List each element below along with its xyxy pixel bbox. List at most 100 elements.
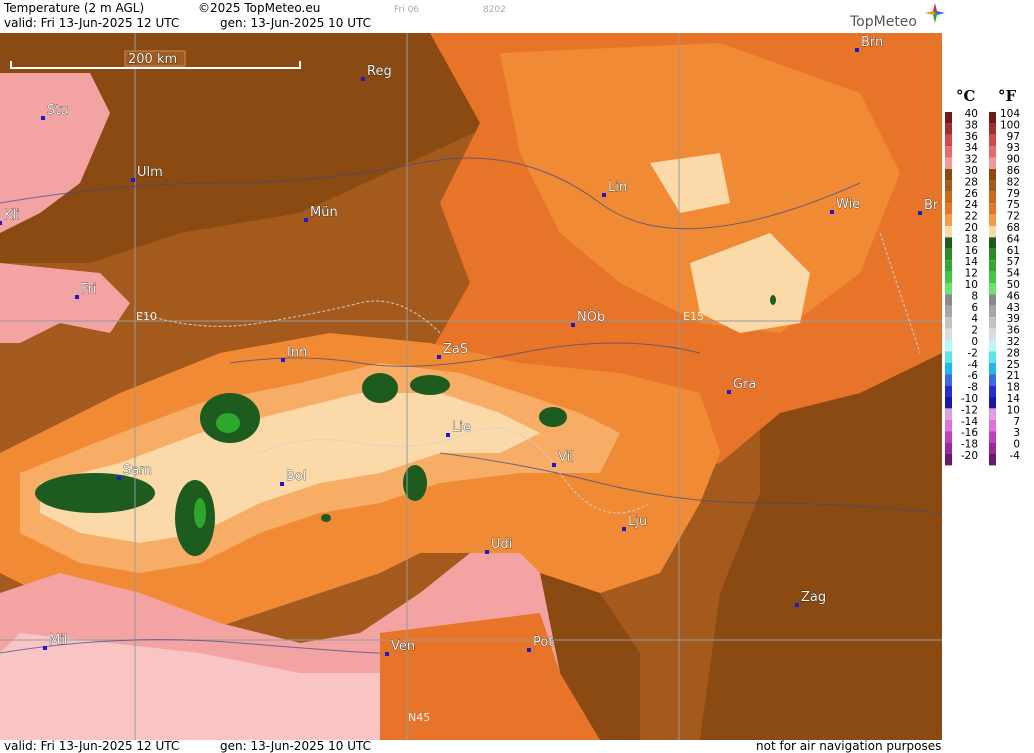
legend-celsius-value: 24 xyxy=(965,199,979,211)
legend-celsius-value: 18 xyxy=(965,233,978,245)
city-label-mün[interactable]: Mün xyxy=(310,205,338,221)
legend-fahrenheit-value: 57 xyxy=(1007,256,1020,268)
legend-celsius-value: -8 xyxy=(968,382,978,394)
city-marker-pot xyxy=(527,648,531,652)
day-tag: Fri 06 xyxy=(394,5,420,15)
city-label-gra[interactable]: Gra xyxy=(733,377,757,393)
legend-fahrenheit-value: 97 xyxy=(1007,131,1020,143)
city-label-kli[interactable]: Kli xyxy=(4,208,20,224)
legend-swatch xyxy=(989,305,996,318)
legend-swatch xyxy=(945,351,952,363)
city-marker-udi xyxy=(485,550,489,554)
run-code: 8202 xyxy=(483,5,506,15)
temperature-map[interactable]: 200 km E10 E15 N45 Stu Reg Brn Ulm Kli Mün Lin… xyxy=(0,33,942,740)
compass-star-icon xyxy=(925,3,945,23)
legend-swatch xyxy=(989,146,996,158)
legend-celsius-value: 38 xyxy=(965,119,978,131)
city-label-sam[interactable]: Sam xyxy=(123,463,152,479)
legend-swatch xyxy=(989,180,996,192)
city-marker-wie xyxy=(830,210,834,214)
city-label-zag[interactable]: Zag xyxy=(801,590,827,606)
legend-swatch xyxy=(989,294,996,306)
city-label-lin[interactable]: Lin xyxy=(608,180,628,196)
legend-swatch xyxy=(945,385,952,397)
legend-swatch xyxy=(989,454,996,466)
legend-swatch xyxy=(989,328,996,340)
legend-celsius-value: -6 xyxy=(968,370,979,382)
legend-celsius-value: 16 xyxy=(965,245,979,257)
legend-swatch xyxy=(945,169,952,181)
legend-fahrenheit-value: 43 xyxy=(1007,302,1020,314)
legend-swatch xyxy=(989,226,996,238)
legend-swatch xyxy=(945,123,952,135)
city-label-lju[interactable]: Lju xyxy=(628,514,648,530)
legend-swatch xyxy=(989,112,996,124)
city-marker-reg xyxy=(361,77,365,81)
city-marker-lie xyxy=(446,433,450,437)
city-marker-br xyxy=(918,211,922,215)
legend-swatch xyxy=(945,442,952,454)
city-label-pot[interactable]: Pot xyxy=(533,635,554,651)
city-label-reg[interactable]: Reg xyxy=(367,64,392,80)
city-marker-sam xyxy=(117,476,121,480)
city-label-br[interactable]: Br xyxy=(924,198,940,214)
legend-swatch xyxy=(989,408,996,420)
legend-fahrenheit-value: 32 xyxy=(1007,336,1020,348)
legend-swatch xyxy=(945,362,952,375)
legend-swatch xyxy=(945,134,952,147)
legend-celsius-value: 34 xyxy=(965,142,979,154)
legend-swatch xyxy=(945,180,952,192)
legend-swatch xyxy=(989,442,996,454)
city-label-ulm[interactable]: Ulm xyxy=(137,165,163,181)
city-label-stu[interactable]: Stu xyxy=(47,103,69,119)
legend-celsius-value: 6 xyxy=(971,302,978,314)
legend-swatch xyxy=(945,191,952,204)
city-label-inn[interactable]: Inn xyxy=(287,345,308,361)
city-marker-vil xyxy=(552,463,556,467)
city-marker-gra xyxy=(727,390,731,394)
legend-celsius-value: 26 xyxy=(965,188,979,200)
city-marker-ulm xyxy=(131,178,135,182)
city-marker-lin xyxy=(602,193,606,197)
scale-label: 200 km xyxy=(128,52,177,67)
legend-swatch xyxy=(989,237,996,249)
legend-celsius-value: 20 xyxy=(965,222,978,234)
city-label-udi[interactable]: Udi xyxy=(491,537,513,553)
city-label-wie[interactable]: Wie xyxy=(836,197,861,213)
legend-swatch xyxy=(989,271,996,283)
city-label-bol[interactable]: Bol xyxy=(286,469,307,485)
legend-fahrenheit-value: 28 xyxy=(1007,347,1020,359)
city-marker-stu xyxy=(41,116,45,120)
legend-fahrenheit-value: 100 xyxy=(1000,119,1020,131)
legend-swatch xyxy=(945,328,952,340)
city-label-mil[interactable]: Mil xyxy=(49,633,68,649)
city-label-vil[interactable]: Vil xyxy=(558,450,574,466)
city-label-fri[interactable]: Fri xyxy=(81,282,97,298)
legend-fahrenheit-value: 90 xyxy=(1007,154,1020,166)
legend-celsius-value: 8 xyxy=(971,290,978,302)
disclaimer: not for air navigation purposes xyxy=(756,739,942,753)
legend-celsius-value: 30 xyxy=(965,165,978,177)
legend-celsius-value: 32 xyxy=(965,154,978,166)
city-label-lie[interactable]: Lie xyxy=(452,420,471,436)
legend-swatch xyxy=(945,112,952,124)
city-label-brn[interactable]: Brn xyxy=(861,35,884,51)
legend-fahrenheit-value: 68 xyxy=(1007,222,1020,234)
city-label-zas[interactable]: ZaS xyxy=(443,342,469,358)
legend-swatch xyxy=(989,169,996,181)
city-label-ven[interactable]: Ven xyxy=(391,639,416,655)
city-marker-mün xyxy=(304,218,308,222)
legend-fahrenheit-value: 75 xyxy=(1007,199,1020,211)
legend-swatch xyxy=(945,317,952,329)
city-label-nöb[interactable]: NÖb xyxy=(577,308,606,326)
legend-swatch xyxy=(945,283,952,295)
topmeteo-logo[interactable]: TopMeteo xyxy=(850,3,945,30)
legend-swatch xyxy=(945,226,952,238)
cold-peak-core xyxy=(216,413,240,433)
legend-fahrenheit-value: 50 xyxy=(1007,279,1020,291)
cold-peak xyxy=(321,514,331,522)
cold-peak xyxy=(410,375,450,395)
legend-swatch xyxy=(945,271,952,283)
legend-swatch xyxy=(989,340,996,352)
legend-celsius-value: 2 xyxy=(971,325,978,337)
